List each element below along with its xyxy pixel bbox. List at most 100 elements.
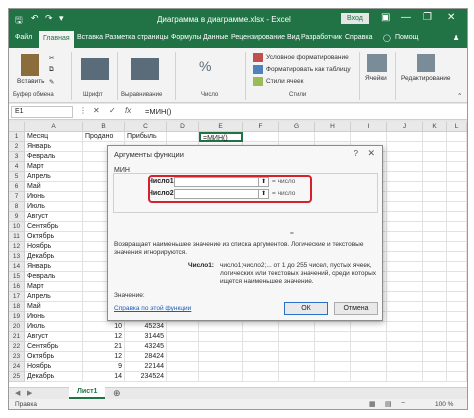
function-help-link[interactable]: Справка по этой функции [114, 305, 191, 312]
row-header[interactable]: 3 [9, 152, 25, 162]
row-header[interactable]: 21 [9, 332, 25, 342]
grid-cell[interactable]: Апрель [25, 172, 83, 182]
paste-icon[interactable] [21, 54, 39, 76]
grid-cell[interactable]: Август [25, 332, 83, 342]
more-options-icon[interactable]: ⋮ [79, 106, 87, 115]
grid-cell[interactable] [387, 372, 423, 382]
grid-cell[interactable] [423, 342, 447, 352]
grid-cell[interactable] [467, 202, 468, 212]
grid-cell[interactable]: 22144 [125, 362, 167, 372]
grid-cell[interactable] [423, 222, 447, 232]
grid-cell[interactable] [243, 332, 279, 342]
grid-cell[interactable] [387, 182, 423, 192]
grid-cell[interactable] [447, 132, 467, 142]
conditional-format-icon[interactable] [253, 53, 263, 62]
grid-cell[interactable] [467, 192, 468, 202]
page-layout-view-icon[interactable]: ▤ [385, 400, 392, 408]
grid-cell[interactable] [447, 362, 467, 372]
grid-cell[interactable] [387, 352, 423, 362]
tab-view[interactable]: Вид [287, 34, 300, 41]
grid-cell[interactable] [279, 362, 315, 372]
grid-cell[interactable] [447, 372, 467, 382]
grid-cell[interactable] [447, 172, 467, 182]
grid-cell[interactable] [423, 132, 447, 142]
grid-cell[interactable] [447, 282, 467, 292]
grid-cell[interactable] [243, 352, 279, 362]
grid-cell[interactable] [467, 282, 468, 292]
tab-insert[interactable]: Вставка [77, 34, 103, 41]
grid-cell[interactable] [167, 362, 199, 372]
grid-cell[interactable] [199, 362, 243, 372]
grid-cell[interactable]: Август [25, 212, 83, 222]
column-header[interactable]: E [199, 122, 243, 132]
grid-cell[interactable] [423, 202, 447, 212]
grid-cell[interactable] [279, 322, 315, 332]
column-header[interactable]: L [447, 122, 467, 132]
grid-cell[interactable] [447, 212, 467, 222]
grid-cell[interactable]: Декабрь [25, 252, 83, 262]
dialog-close-button[interactable]: ✕ [367, 148, 375, 159]
grid-cell[interactable] [423, 262, 447, 272]
next-sheet-icon[interactable]: ▶ [27, 389, 32, 397]
grid-cell[interactable]: Июнь [25, 312, 83, 322]
grid-cell[interactable] [315, 372, 351, 382]
grid-cell[interactable] [423, 182, 447, 192]
ok-button[interactable]: ОК [284, 302, 328, 315]
row-header[interactable]: 15 [9, 272, 25, 282]
grid-cell[interactable] [423, 172, 447, 182]
column-header[interactable]: F [243, 122, 279, 132]
column-header[interactable]: A [25, 122, 83, 132]
grid-cell[interactable] [447, 352, 467, 362]
signin-button[interactable]: Вход [341, 13, 369, 24]
ribbon-display-icon[interactable]: ▣ [381, 12, 390, 23]
grid-cell[interactable]: Март [25, 162, 83, 172]
tab-developer[interactable]: Разработчик [301, 34, 342, 41]
grid-cell[interactable] [167, 372, 199, 382]
grid-cell[interactable]: Сентябрь [25, 342, 83, 352]
grid-cell[interactable] [423, 162, 447, 172]
format-as-table-icon[interactable] [253, 65, 263, 74]
row-header[interactable]: 23 [9, 352, 25, 362]
grid-cell[interactable] [387, 242, 423, 252]
grid-cell[interactable] [423, 152, 447, 162]
redo-icon[interactable]: ↷ [45, 13, 53, 24]
grid-cell[interactable] [199, 342, 243, 352]
collapse-ribbon-icon[interactable]: ⌃ [457, 92, 462, 100]
grid-cell[interactable] [243, 322, 279, 332]
cells-icon[interactable] [367, 54, 387, 72]
grid-cell[interactable] [387, 322, 423, 332]
grid-cell[interactable] [351, 322, 387, 332]
grid-cell[interactable] [467, 152, 468, 162]
grid-cell[interactable] [387, 222, 423, 232]
percent-icon[interactable]: % [199, 58, 211, 74]
column-header[interactable]: G [279, 122, 315, 132]
close-button[interactable]: ✕ [447, 12, 455, 23]
grid-cell[interactable] [447, 182, 467, 192]
grid-cell[interactable] [423, 332, 447, 342]
restore-button[interactable]: ❐ [423, 12, 432, 23]
row-header[interactable]: 13 [9, 252, 25, 262]
grid-cell[interactable] [387, 232, 423, 242]
grid-cell[interactable] [387, 362, 423, 372]
grid-cell[interactable] [467, 172, 468, 182]
grid-cell[interactable] [467, 132, 468, 142]
grid-cell[interactable] [447, 152, 467, 162]
grid-cell[interactable] [467, 212, 468, 222]
grid-cell[interactable] [387, 282, 423, 292]
grid-cell[interactable] [423, 302, 447, 312]
grid-cell[interactable] [447, 262, 467, 272]
row-header[interactable]: 16 [9, 282, 25, 292]
grid-cell[interactable] [279, 372, 315, 382]
row-header[interactable]: 6 [9, 182, 25, 192]
grid-cell[interactable] [279, 132, 315, 142]
grid-cell[interactable] [387, 132, 423, 142]
row-header[interactable]: 25 [9, 372, 25, 382]
grid-cell[interactable] [447, 342, 467, 352]
column-header[interactable]: C [125, 122, 167, 132]
grid-cell[interactable] [447, 202, 467, 212]
alignment-icon[interactable] [131, 58, 159, 80]
grid-cell[interactable]: 12 [83, 332, 125, 342]
grid-cell[interactable] [387, 212, 423, 222]
paste-button-label[interactable]: Вставить [17, 78, 45, 85]
grid-cell[interactable] [423, 362, 447, 372]
